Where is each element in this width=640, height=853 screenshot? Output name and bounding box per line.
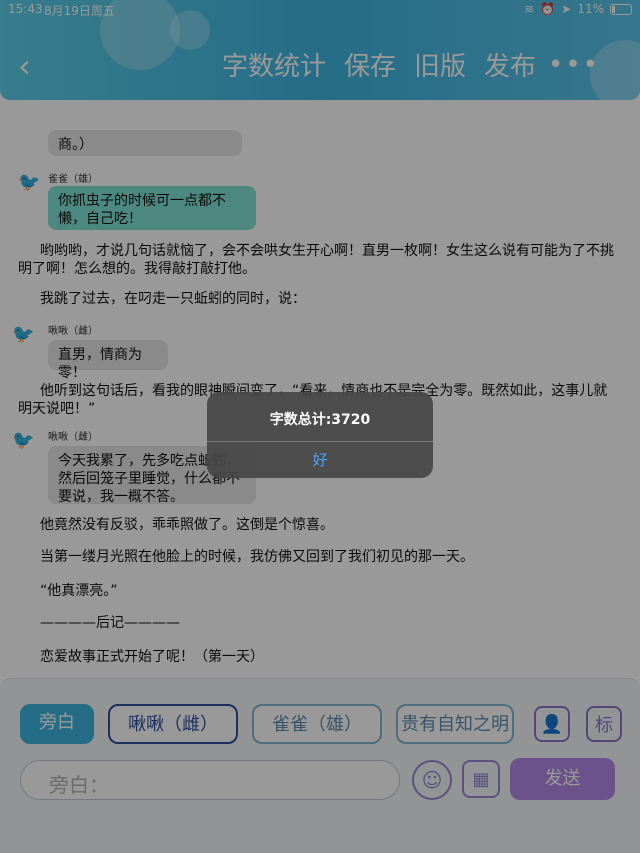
alert-divider [207,441,433,442]
word-count-alert: 字数总计:3720 好 [207,392,433,478]
alert-ok-button[interactable]: 好 [207,444,433,476]
alert-title: 字数总计:3720 [269,412,371,428]
